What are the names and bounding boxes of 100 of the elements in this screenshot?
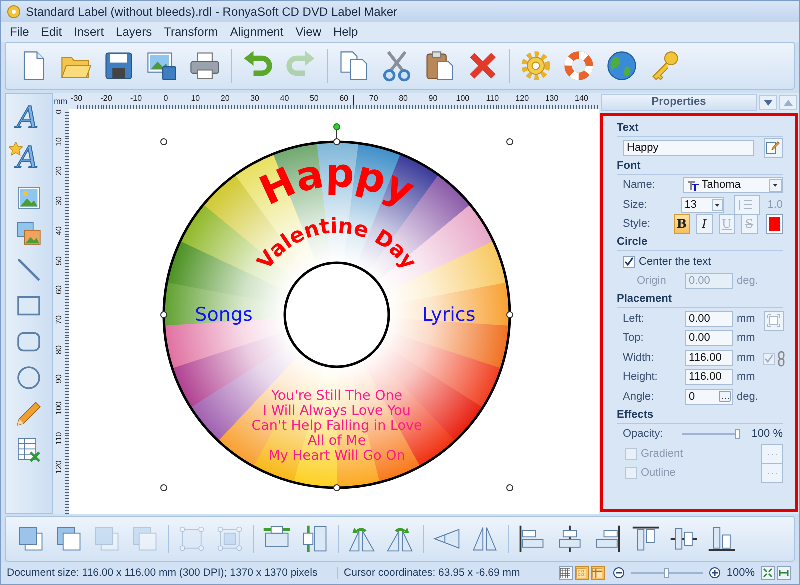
ruler-label: 30 <box>54 196 64 208</box>
field-label: Opacity: <box>622 428 664 440</box>
cursor-marker <box>352 95 354 105</box>
ruler-label: 110 <box>54 432 64 445</box>
ruler-label: -10 <box>130 94 142 103</box>
track-title: You're Still The One <box>271 388 402 404</box>
caret-icon <box>712 198 723 211</box>
field-label: Width: <box>622 352 656 364</box>
dropdown-button[interactable] <box>759 95 777 110</box>
circle-icon[interactable] <box>14 364 43 392</box>
ruler-label: 110 <box>486 94 500 103</box>
ruler-label: 130 <box>545 94 559 103</box>
menu-item[interactable]: View <box>290 23 326 41</box>
color-swatch[interactable] <box>766 214 783 234</box>
ruler-label: 120 <box>54 462 64 474</box>
ruler-label: 0 <box>164 94 168 103</box>
resize-handle[interactable] <box>160 312 168 318</box>
menu-item[interactable]: Alignment <box>225 23 289 41</box>
number-field[interactable]: 0.00 <box>685 330 733 346</box>
grid-icon <box>560 568 572 578</box>
ruler-label: 100 <box>54 403 64 415</box>
ruler-label: 0 <box>54 109 64 116</box>
document-size: Document size: 116.00 x 116.00 mm (300 DPI); 1370 x 1370 pixels <box>7 567 319 579</box>
lifebuoy-icon[interactable] <box>562 49 596 83</box>
menu-item[interactable]: Insert <box>69 23 110 41</box>
ruler-label: 70 <box>369 94 378 103</box>
disc-caption: Songs <box>195 304 253 326</box>
ruler-label: 80 <box>399 94 408 103</box>
menu-item[interactable]: File <box>5 23 34 41</box>
rotate-handle[interactable] <box>333 124 340 146</box>
resize-handle[interactable] <box>160 138 168 146</box>
ruler-label: 100 <box>456 94 470 103</box>
ruler-label: 40 <box>54 225 64 237</box>
ruler-label: 20 <box>54 166 64 178</box>
view-toggle-button[interactable] <box>558 566 573 580</box>
ruler-label: 60 <box>340 94 349 103</box>
ruler-label: 90 <box>54 374 64 386</box>
zoom-in-icon[interactable] <box>708 567 721 579</box>
ruler-label: 50 <box>54 255 64 266</box>
unit-label: mm <box>737 352 756 364</box>
menu-item[interactable]: Help <box>328 23 364 41</box>
gear-icon[interactable] <box>519 49 553 83</box>
caret-down-icon <box>764 100 772 106</box>
disc-caption: Lyrics <box>422 304 476 326</box>
field-label: Name: <box>622 179 656 192</box>
checkbox[interactable] <box>763 353 775 365</box>
number-field[interactable]: 0 <box>685 388 733 405</box>
font-type-icon <box>686 179 699 192</box>
ruler-label: 40 <box>280 94 290 103</box>
caret-icon <box>769 178 782 192</box>
fit-page-button[interactable] <box>761 566 775 580</box>
ruler-label: 140 <box>575 94 588 103</box>
panel-title: Properties <box>601 94 757 111</box>
globe-icon[interactable] <box>605 49 639 83</box>
pencil-icon[interactable] <box>14 400 43 428</box>
menu-item[interactable]: Transform <box>159 23 224 41</box>
track-title: Can't Help Falling in Love <box>252 418 422 434</box>
field-label: Angle: <box>622 390 656 403</box>
chain-link-icon <box>778 351 785 367</box>
resize-handle[interactable] <box>506 484 514 492</box>
guide-lines-icon <box>592 568 604 578</box>
zoom-out-icon[interactable] <box>612 567 625 579</box>
ruler-label: 90 <box>428 94 438 103</box>
ruler-label: -30 <box>71 94 83 103</box>
fit-frame-button[interactable] <box>764 311 784 331</box>
font-style-button[interactable]: B <box>674 214 690 234</box>
field-label: Top: <box>622 332 645 344</box>
font-dropdown[interactable]: Tahoma <box>682 177 783 194</box>
resize-handle[interactable] <box>160 484 168 492</box>
ellipsis-icon <box>766 471 778 476</box>
fit-width-button[interactable] <box>777 566 791 580</box>
resize-handle[interactable] <box>333 484 340 492</box>
field-label: Height: <box>622 371 659 384</box>
edit-text-button[interactable] <box>764 138 783 158</box>
checkbox[interactable] <box>623 256 635 268</box>
pictures-icon[interactable] <box>14 220 43 248</box>
track-title: I Will Always Love You <box>262 403 411 419</box>
caret-up-icon <box>784 100 792 106</box>
line-spacing-value: 1.0 <box>768 198 783 211</box>
text-field[interactable]: Happy <box>623 140 754 156</box>
menu-item[interactable]: Layers <box>111 23 158 41</box>
zoom-value: 100% <box>726 567 755 579</box>
checkbox-label: Outline <box>641 467 677 480</box>
ruler-label: -20 <box>100 94 112 103</box>
fit-width-icon <box>779 568 789 578</box>
size-dropdown[interactable]: 13 <box>680 196 724 213</box>
ruler-label: 70 <box>54 314 64 326</box>
menu-item[interactable]: Edit <box>36 23 68 41</box>
number-field[interactable]: 0.00 <box>685 310 733 327</box>
section-heading: Placement <box>617 293 783 308</box>
number-field[interactable]: 116.00 <box>685 350 733 366</box>
checkbox-label: Center the text <box>639 256 712 268</box>
view-toggle-button[interactable] <box>574 566 589 580</box>
field-label: Origin <box>636 275 668 288</box>
field-label: Style: <box>622 218 652 230</box>
view-toggle-button[interactable] <box>590 566 605 580</box>
font-style-button[interactable]: I <box>696 214 713 234</box>
number-field[interactable]: 116.00 <box>685 369 733 386</box>
ellipsis-icon <box>766 452 778 456</box>
resize-handle[interactable] <box>506 138 514 146</box>
